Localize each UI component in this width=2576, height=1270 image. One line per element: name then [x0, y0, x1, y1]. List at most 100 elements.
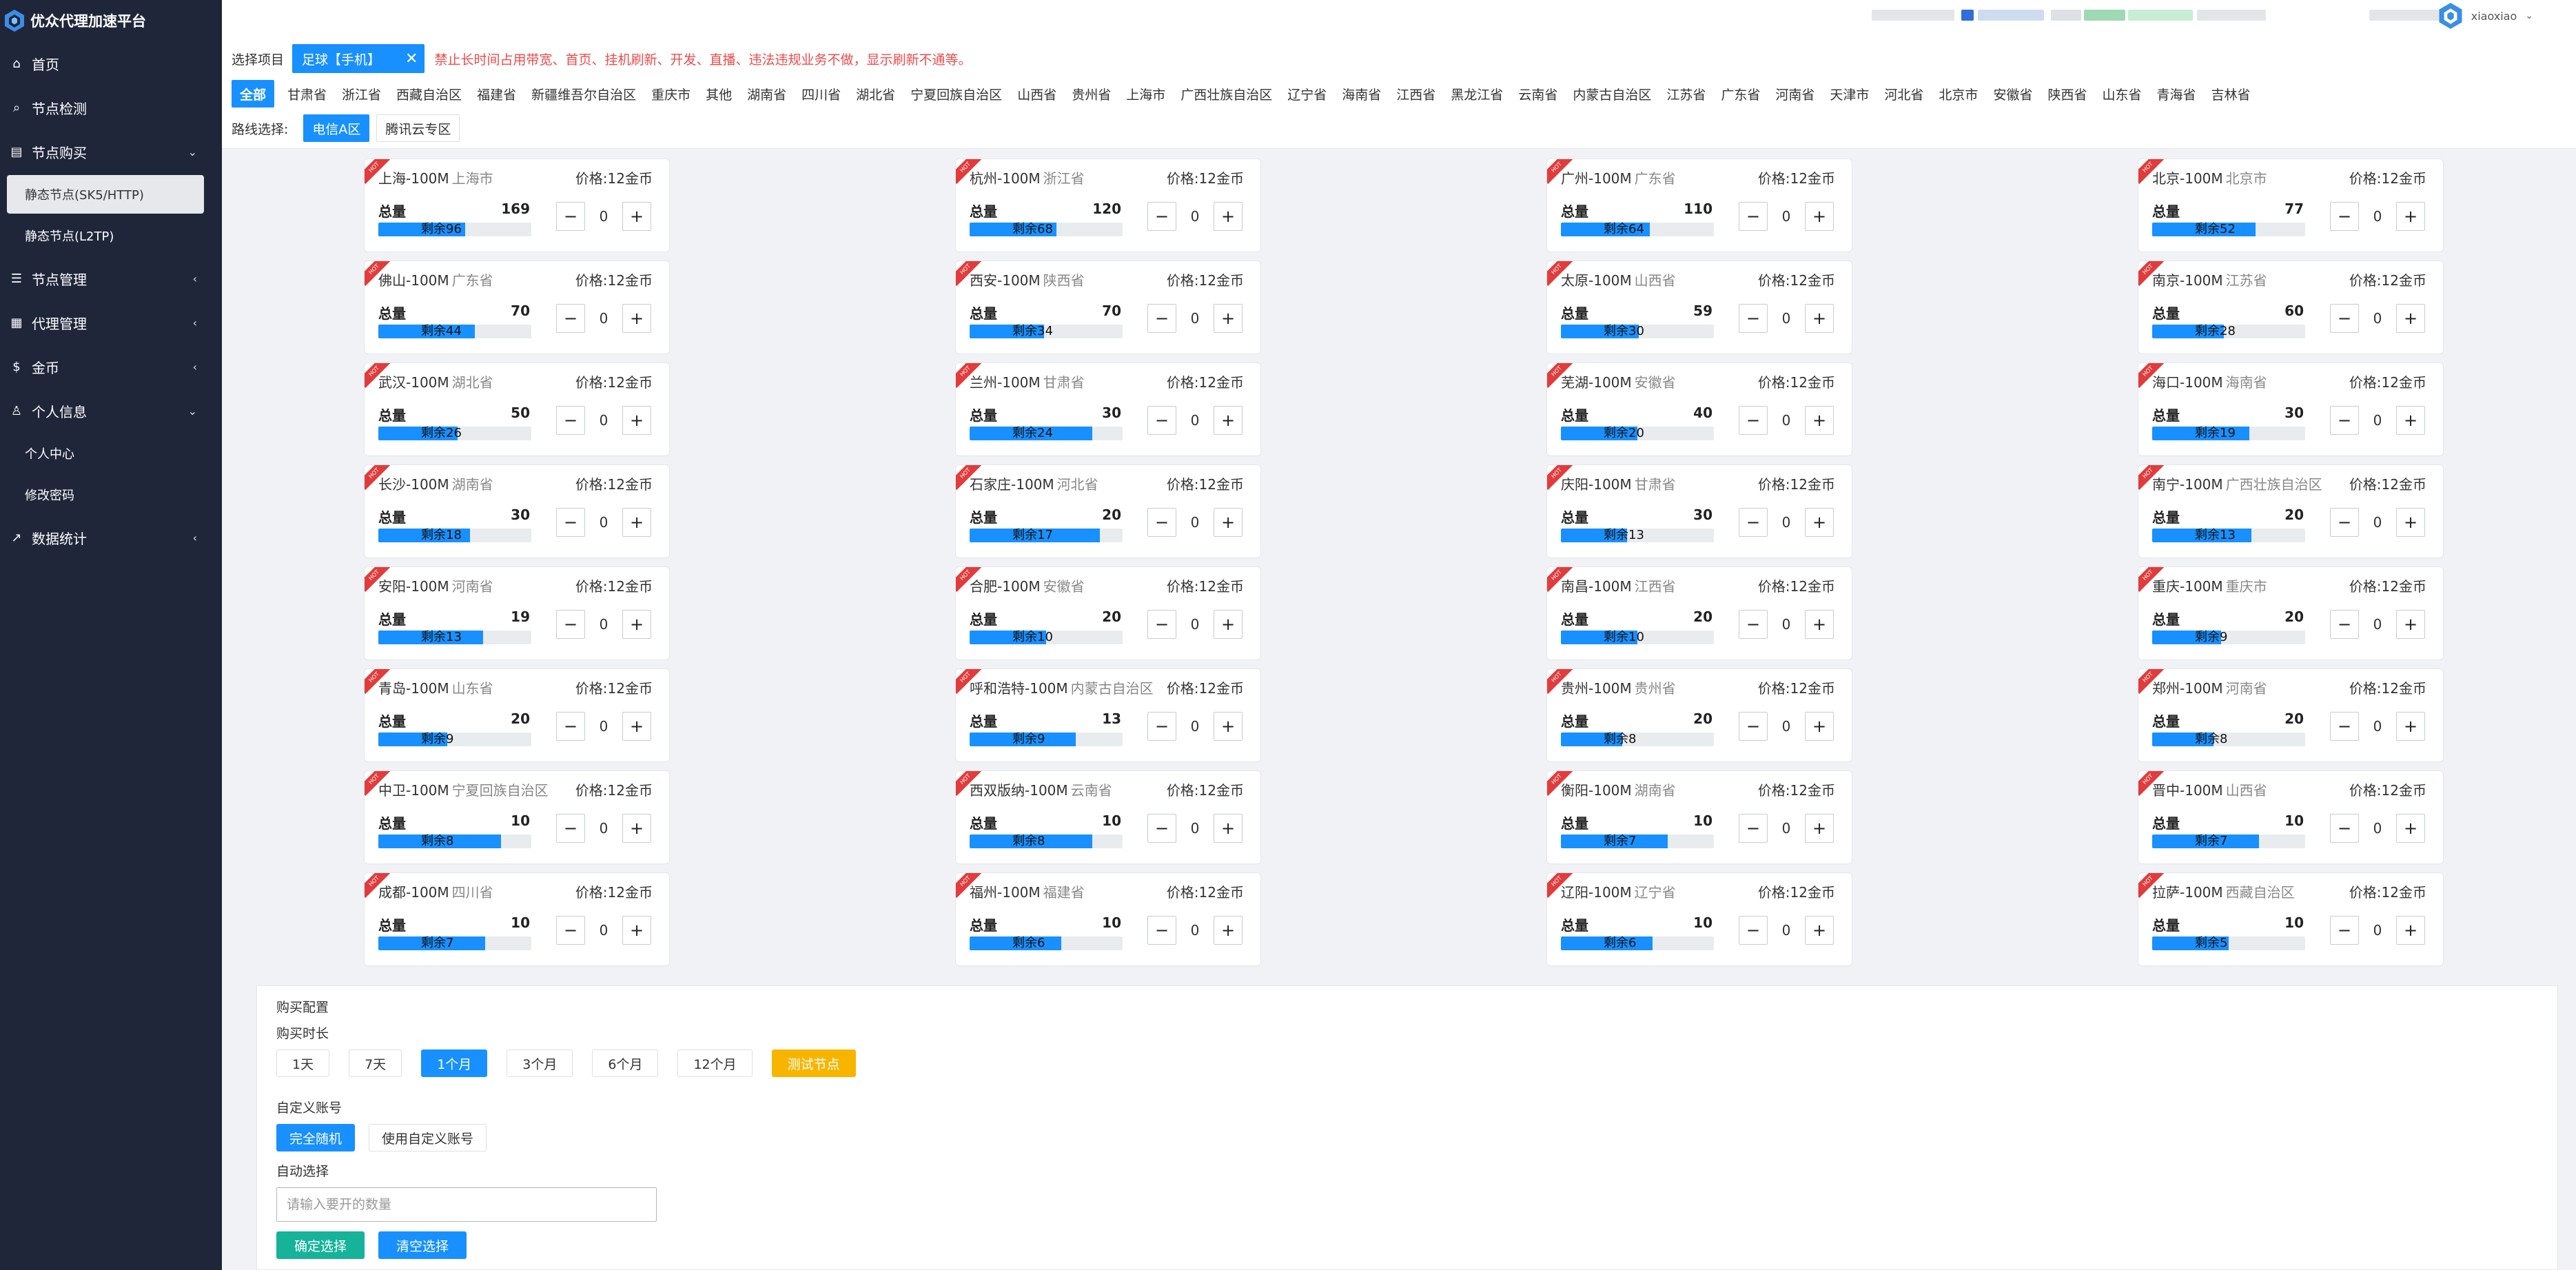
clear-selection-button[interactable]: 清空选择 — [378, 1231, 467, 1259]
province-chip[interactable]: 山西省 — [1010, 80, 1064, 107]
decrement-button[interactable]: − — [556, 916, 585, 945]
province-chip[interactable]: 青海省 — [2149, 80, 2203, 107]
decrement-button[interactable]: − — [556, 406, 585, 435]
sidebar-item-node-purchase[interactable]: ▤ 节点购买 ⌄ — [0, 130, 222, 174]
province-chip[interactable]: 河北省 — [1877, 80, 1931, 107]
province-chip[interactable]: 福建省 — [469, 80, 524, 107]
app-logo[interactable]: 优众代理加速平台 — [0, 0, 222, 41]
province-chip[interactable]: 内蒙古自治区 — [1565, 80, 1659, 107]
decrement-button[interactable]: − — [1147, 610, 1176, 639]
route-tencent-cloud[interactable]: 腾讯云专区 — [376, 114, 460, 142]
province-chip[interactable]: 云南省 — [1511, 80, 1565, 107]
quantity-value[interactable]: 0 — [585, 208, 622, 225]
decrement-button[interactable]: − — [2330, 304, 2359, 333]
increment-button[interactable]: + — [622, 406, 651, 435]
quantity-value[interactable]: 0 — [1176, 208, 1214, 225]
increment-button[interactable]: + — [622, 916, 651, 945]
province-chip[interactable]: 山东省 — [2094, 80, 2149, 107]
decrement-button[interactable]: − — [1739, 508, 1768, 537]
increment-button[interactable]: + — [1805, 202, 1834, 231]
decrement-button[interactable]: − — [1147, 202, 1176, 231]
selected-project-tag[interactable]: 足球【手机】 ✕ — [292, 44, 425, 73]
quantity-value[interactable]: 0 — [1768, 922, 1805, 939]
test-node-button[interactable]: 测试节点 — [771, 1049, 856, 1077]
quantity-value[interactable]: 0 — [1768, 820, 1805, 837]
province-chip[interactable]: 浙江省 — [334, 80, 389, 107]
increment-button[interactable]: + — [1214, 814, 1243, 843]
increment-button[interactable]: + — [2396, 304, 2425, 333]
sidebar-subitem-static-sk5[interactable]: 静态节点(SK5/HTTP) — [7, 175, 204, 214]
duration-7days[interactable]: 7天 — [349, 1049, 402, 1077]
province-chip[interactable]: 贵州省 — [1064, 80, 1118, 107]
province-chip[interactable]: 其他 — [698, 80, 739, 107]
quantity-value[interactable]: 0 — [1176, 514, 1214, 531]
increment-button[interactable]: + — [1805, 304, 1834, 333]
decrement-button[interactable]: − — [556, 508, 585, 537]
route-telecom-a[interactable]: 电信A区 — [303, 114, 370, 142]
increment-button[interactable]: + — [2396, 202, 2425, 231]
increment-button[interactable]: + — [1214, 202, 1243, 231]
increment-button[interactable]: + — [2396, 508, 2425, 537]
user-menu[interactable]: xiaoxiao ⌄ — [2437, 1, 2533, 30]
quantity-value[interactable]: 0 — [1768, 310, 1805, 327]
decrement-button[interactable]: − — [1739, 712, 1768, 741]
quantity-value[interactable]: 0 — [585, 412, 622, 429]
province-chip[interactable]: 江西省 — [1389, 80, 1443, 107]
increment-button[interactable]: + — [2396, 610, 2425, 639]
sidebar-item-profile[interactable]: ♙ 个人信息 ⌄ — [0, 389, 222, 433]
province-chip[interactable]: 广东省 — [1713, 80, 1768, 107]
province-chip[interactable]: 江苏省 — [1659, 80, 1713, 107]
quantity-value[interactable]: 0 — [1768, 412, 1805, 429]
quantity-value[interactable]: 0 — [1768, 718, 1805, 735]
decrement-button[interactable]: − — [1147, 304, 1176, 333]
quantity-value[interactable]: 0 — [2359, 208, 2396, 225]
decrement-button[interactable]: − — [2330, 406, 2359, 435]
province-chip[interactable]: 辽宁省 — [1280, 80, 1334, 107]
quantity-value[interactable]: 0 — [1768, 514, 1805, 531]
decrement-button[interactable]: − — [2330, 916, 2359, 945]
province-chip[interactable]: 北京市 — [1931, 80, 1985, 107]
increment-button[interactable]: + — [2396, 814, 2425, 843]
increment-button[interactable]: + — [2396, 712, 2425, 741]
decrement-button[interactable]: − — [556, 712, 585, 741]
province-chip[interactable]: 上海市 — [1118, 80, 1173, 107]
duration-1day[interactable]: 1天 — [276, 1049, 330, 1077]
quantity-value[interactable]: 0 — [1176, 922, 1214, 939]
quantity-value[interactable]: 0 — [1176, 820, 1214, 837]
sidebar-item-coins[interactable]: $ 金币 ‹ — [0, 345, 222, 389]
quantity-value[interactable]: 0 — [2359, 412, 2396, 429]
confirm-selection-button[interactable]: 确定选择 — [276, 1231, 365, 1259]
decrement-button[interactable]: − — [556, 202, 585, 231]
province-chip[interactable]: 吉林省 — [2204, 80, 2258, 107]
sidebar-item-home[interactable]: ⌂ 首页 — [0, 41, 222, 85]
decrement-button[interactable]: − — [556, 304, 585, 333]
province-chip[interactable]: 重庆市 — [644, 80, 698, 107]
sidebar-item-node-manage[interactable]: ☰ 节点管理 ‹ — [0, 256, 222, 300]
duration-12months[interactable]: 12个月 — [677, 1049, 753, 1077]
increment-button[interactable]: + — [1214, 712, 1243, 741]
quantity-value[interactable]: 0 — [2359, 616, 2396, 633]
decrement-button[interactable]: − — [2330, 202, 2359, 231]
quantity-value[interactable]: 0 — [585, 310, 622, 327]
decrement-button[interactable]: − — [556, 814, 585, 843]
increment-button[interactable]: + — [1805, 814, 1834, 843]
increment-button[interactable]: + — [622, 508, 651, 537]
quantity-value[interactable]: 0 — [585, 718, 622, 735]
province-chip[interactable]: 西藏自治区 — [389, 80, 469, 107]
decrement-button[interactable]: − — [1147, 508, 1176, 537]
decrement-button[interactable]: − — [556, 610, 585, 639]
quantity-value[interactable]: 0 — [1176, 310, 1214, 327]
quantity-value[interactable]: 0 — [1176, 718, 1214, 735]
quantity-value[interactable]: 0 — [585, 820, 622, 837]
increment-button[interactable]: + — [1214, 916, 1243, 945]
increment-button[interactable]: + — [1805, 610, 1834, 639]
province-chip[interactable]: 海南省 — [1334, 80, 1389, 107]
increment-button[interactable]: + — [2396, 916, 2425, 945]
province-chip[interactable]: 广西壮族自治区 — [1173, 80, 1280, 107]
decrement-button[interactable]: − — [1739, 202, 1768, 231]
quantity-value[interactable]: 0 — [585, 616, 622, 633]
decrement-button[interactable]: − — [1147, 406, 1176, 435]
province-chip[interactable]: 甘肃省 — [280, 80, 334, 107]
decrement-button[interactable]: − — [1739, 916, 1768, 945]
decrement-button[interactable]: − — [2330, 610, 2359, 639]
